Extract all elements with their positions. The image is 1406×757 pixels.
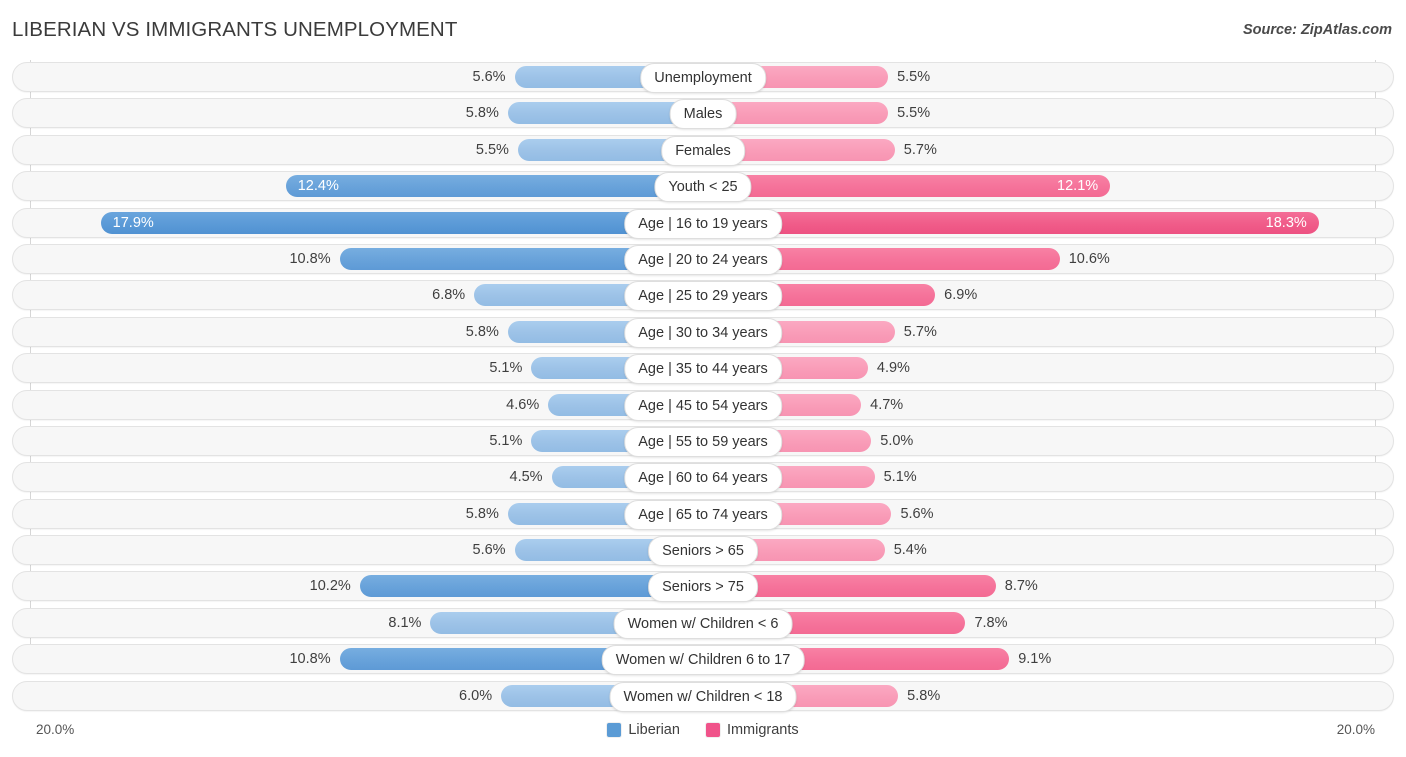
category-label-pill[interactable]: Women w/ Children < 18 bbox=[609, 681, 797, 712]
table-row: 10.8% 10.6% Age | 20 to 24 years bbox=[0, 243, 1406, 275]
category-label-pill[interactable]: Age | 25 to 29 years bbox=[624, 281, 782, 312]
chart-footer: 20.0% 20.0% Liberian Immigrants bbox=[0, 716, 1406, 757]
table-row: 4.5% 5.1% Age | 60 to 64 years bbox=[0, 462, 1406, 494]
table-row: 5.1% 4.9% Age | 35 to 44 years bbox=[0, 353, 1406, 385]
category-label-pill[interactable]: Males bbox=[669, 99, 737, 130]
table-row: 5.5% 5.7% Females bbox=[0, 134, 1406, 166]
table-row: 5.8% 5.7% Age | 30 to 34 years bbox=[0, 316, 1406, 348]
value-label-liberian: 10.2% bbox=[309, 578, 351, 595]
legend-label: Liberian bbox=[628, 722, 680, 738]
value-label-immigrants: 4.7% bbox=[870, 396, 904, 413]
legend-label: Immigrants bbox=[726, 722, 799, 738]
category-label-pill[interactable]: Youth < 25 bbox=[654, 172, 752, 203]
category-label-pill[interactable]: Women w/ Children < 6 bbox=[613, 608, 793, 639]
value-label-immigrants: 8.7% bbox=[1004, 578, 1038, 595]
value-label-immigrants: 5.6% bbox=[900, 505, 934, 522]
category-label-pill[interactable]: Women w/ Children 6 to 17 bbox=[601, 645, 805, 676]
category-label-pill[interactable]: Unemployment bbox=[640, 63, 766, 93]
value-label-immigrants: 12.1% bbox=[1057, 178, 1099, 195]
legend-item[interactable]: Liberian bbox=[607, 722, 680, 738]
value-label-immigrants: 9.1% bbox=[1018, 651, 1052, 668]
table-row: 10.2% 8.7% Seniors > 75 bbox=[0, 571, 1406, 603]
value-label-immigrants: 18.3% bbox=[1265, 214, 1307, 231]
table-row: 5.6% 5.4% Seniors > 65 bbox=[0, 535, 1406, 567]
table-row: 6.0% 5.8% Women w/ Children < 18 bbox=[0, 680, 1406, 712]
value-label-immigrants: 5.8% bbox=[907, 687, 941, 704]
chart-rows: 5.6% 5.5% Unemployment 5.8% 5.5% Males 5.5% 5.7… bbox=[0, 62, 1406, 717]
value-label-immigrants: 5.7% bbox=[903, 323, 937, 340]
value-label-immigrants: 5.5% bbox=[897, 69, 931, 85]
table-row: 6.8% 6.9% Age | 25 to 29 years bbox=[0, 280, 1406, 312]
value-label-liberian: 5.5% bbox=[475, 141, 509, 158]
value-label-immigrants: 5.0% bbox=[880, 432, 914, 449]
table-row: 8.1% 7.8% Women w/ Children < 6 bbox=[0, 607, 1406, 639]
legend-swatch-icon bbox=[607, 723, 622, 737]
value-label-immigrants: 5.1% bbox=[883, 469, 917, 486]
value-label-liberian: 5.8% bbox=[465, 105, 499, 122]
bar-immigrants[interactable] bbox=[703, 211, 1319, 234]
value-label-liberian: 5.1% bbox=[489, 360, 523, 377]
value-label-liberian: 6.0% bbox=[459, 687, 493, 704]
category-label-pill[interactable]: Age | 16 to 19 years bbox=[624, 208, 782, 239]
category-label-pill[interactable]: Age | 60 to 64 years bbox=[624, 463, 782, 494]
value-label-liberian: 10.8% bbox=[289, 250, 331, 267]
table-row: 5.1% 5.0% Age | 55 to 59 years bbox=[0, 425, 1406, 457]
source-attribution: Source: ZipAtlas.com bbox=[1242, 22, 1392, 38]
category-label-pill[interactable]: Females bbox=[661, 135, 745, 166]
value-label-immigrants: 4.9% bbox=[876, 360, 910, 377]
category-label-pill[interactable]: Age | 65 to 74 years bbox=[624, 499, 782, 530]
value-label-liberian: 5.6% bbox=[472, 69, 506, 85]
value-label-liberian: 4.5% bbox=[509, 469, 543, 486]
page-title: LIBERIAN VS IMMIGRANTS UNEMPLOYMENT bbox=[12, 18, 458, 41]
value-label-immigrants: 5.4% bbox=[893, 542, 927, 559]
category-label-pill[interactable]: Seniors > 75 bbox=[648, 572, 758, 603]
legend-item[interactable]: Immigrants bbox=[705, 722, 799, 738]
table-row: 17.9% 18.3% Age | 16 to 19 years bbox=[0, 207, 1406, 239]
value-label-liberian: 5.8% bbox=[465, 323, 499, 340]
value-label-liberian: 5.8% bbox=[465, 505, 499, 522]
table-row: 5.6% 5.5% Unemployment bbox=[0, 62, 1406, 93]
category-label-pill[interactable]: Age | 45 to 54 years bbox=[624, 390, 782, 421]
table-row: 4.6% 4.7% Age | 45 to 54 years bbox=[0, 389, 1406, 421]
value-label-immigrants: 7.8% bbox=[974, 614, 1008, 631]
value-label-liberian: 4.6% bbox=[506, 396, 540, 413]
value-label-liberian: 17.9% bbox=[112, 214, 154, 231]
category-label-pill[interactable]: Age | 35 to 44 years bbox=[624, 354, 782, 385]
category-label-pill[interactable]: Age | 20 to 24 years bbox=[624, 244, 782, 275]
bar-liberian[interactable] bbox=[100, 211, 703, 234]
value-label-immigrants: 10.6% bbox=[1068, 250, 1110, 267]
value-label-liberian: 5.1% bbox=[489, 432, 523, 449]
value-label-liberian: 8.1% bbox=[388, 614, 422, 631]
category-label-pill[interactable]: Age | 30 to 34 years bbox=[624, 317, 782, 348]
value-label-immigrants: 5.5% bbox=[897, 105, 931, 122]
category-label-pill[interactable]: Age | 55 to 59 years bbox=[624, 426, 782, 457]
value-label-liberian: 5.6% bbox=[472, 542, 506, 559]
chart-header: LIBERIAN VS IMMIGRANTS UNEMPLOYMENT Sour… bbox=[0, 0, 1406, 58]
chart-legend: Liberian Immigrants bbox=[0, 722, 1406, 738]
bar-immigrants[interactable] bbox=[703, 175, 1111, 198]
bar-liberian[interactable] bbox=[285, 175, 703, 198]
table-row: 10.8% 9.1% Women w/ Children 6 to 17 bbox=[0, 644, 1406, 676]
table-row: 12.4% 12.1% Youth < 25 bbox=[0, 171, 1406, 203]
table-row: 5.8% 5.5% Males bbox=[0, 98, 1406, 130]
value-label-liberian: 6.8% bbox=[432, 287, 466, 304]
table-row: 5.8% 5.6% Age | 65 to 74 years bbox=[0, 498, 1406, 530]
value-label-immigrants: 5.7% bbox=[903, 141, 937, 158]
value-label-liberian: 12.4% bbox=[297, 178, 339, 195]
value-label-immigrants: 6.9% bbox=[944, 287, 978, 304]
chart-plot-area: 5.6% 5.5% Unemployment 5.8% 5.5% Males 5.5% 5.7… bbox=[0, 60, 1406, 715]
legend-swatch-icon bbox=[705, 723, 720, 737]
value-label-liberian: 10.8% bbox=[289, 651, 331, 668]
category-label-pill[interactable]: Seniors > 65 bbox=[648, 536, 758, 567]
